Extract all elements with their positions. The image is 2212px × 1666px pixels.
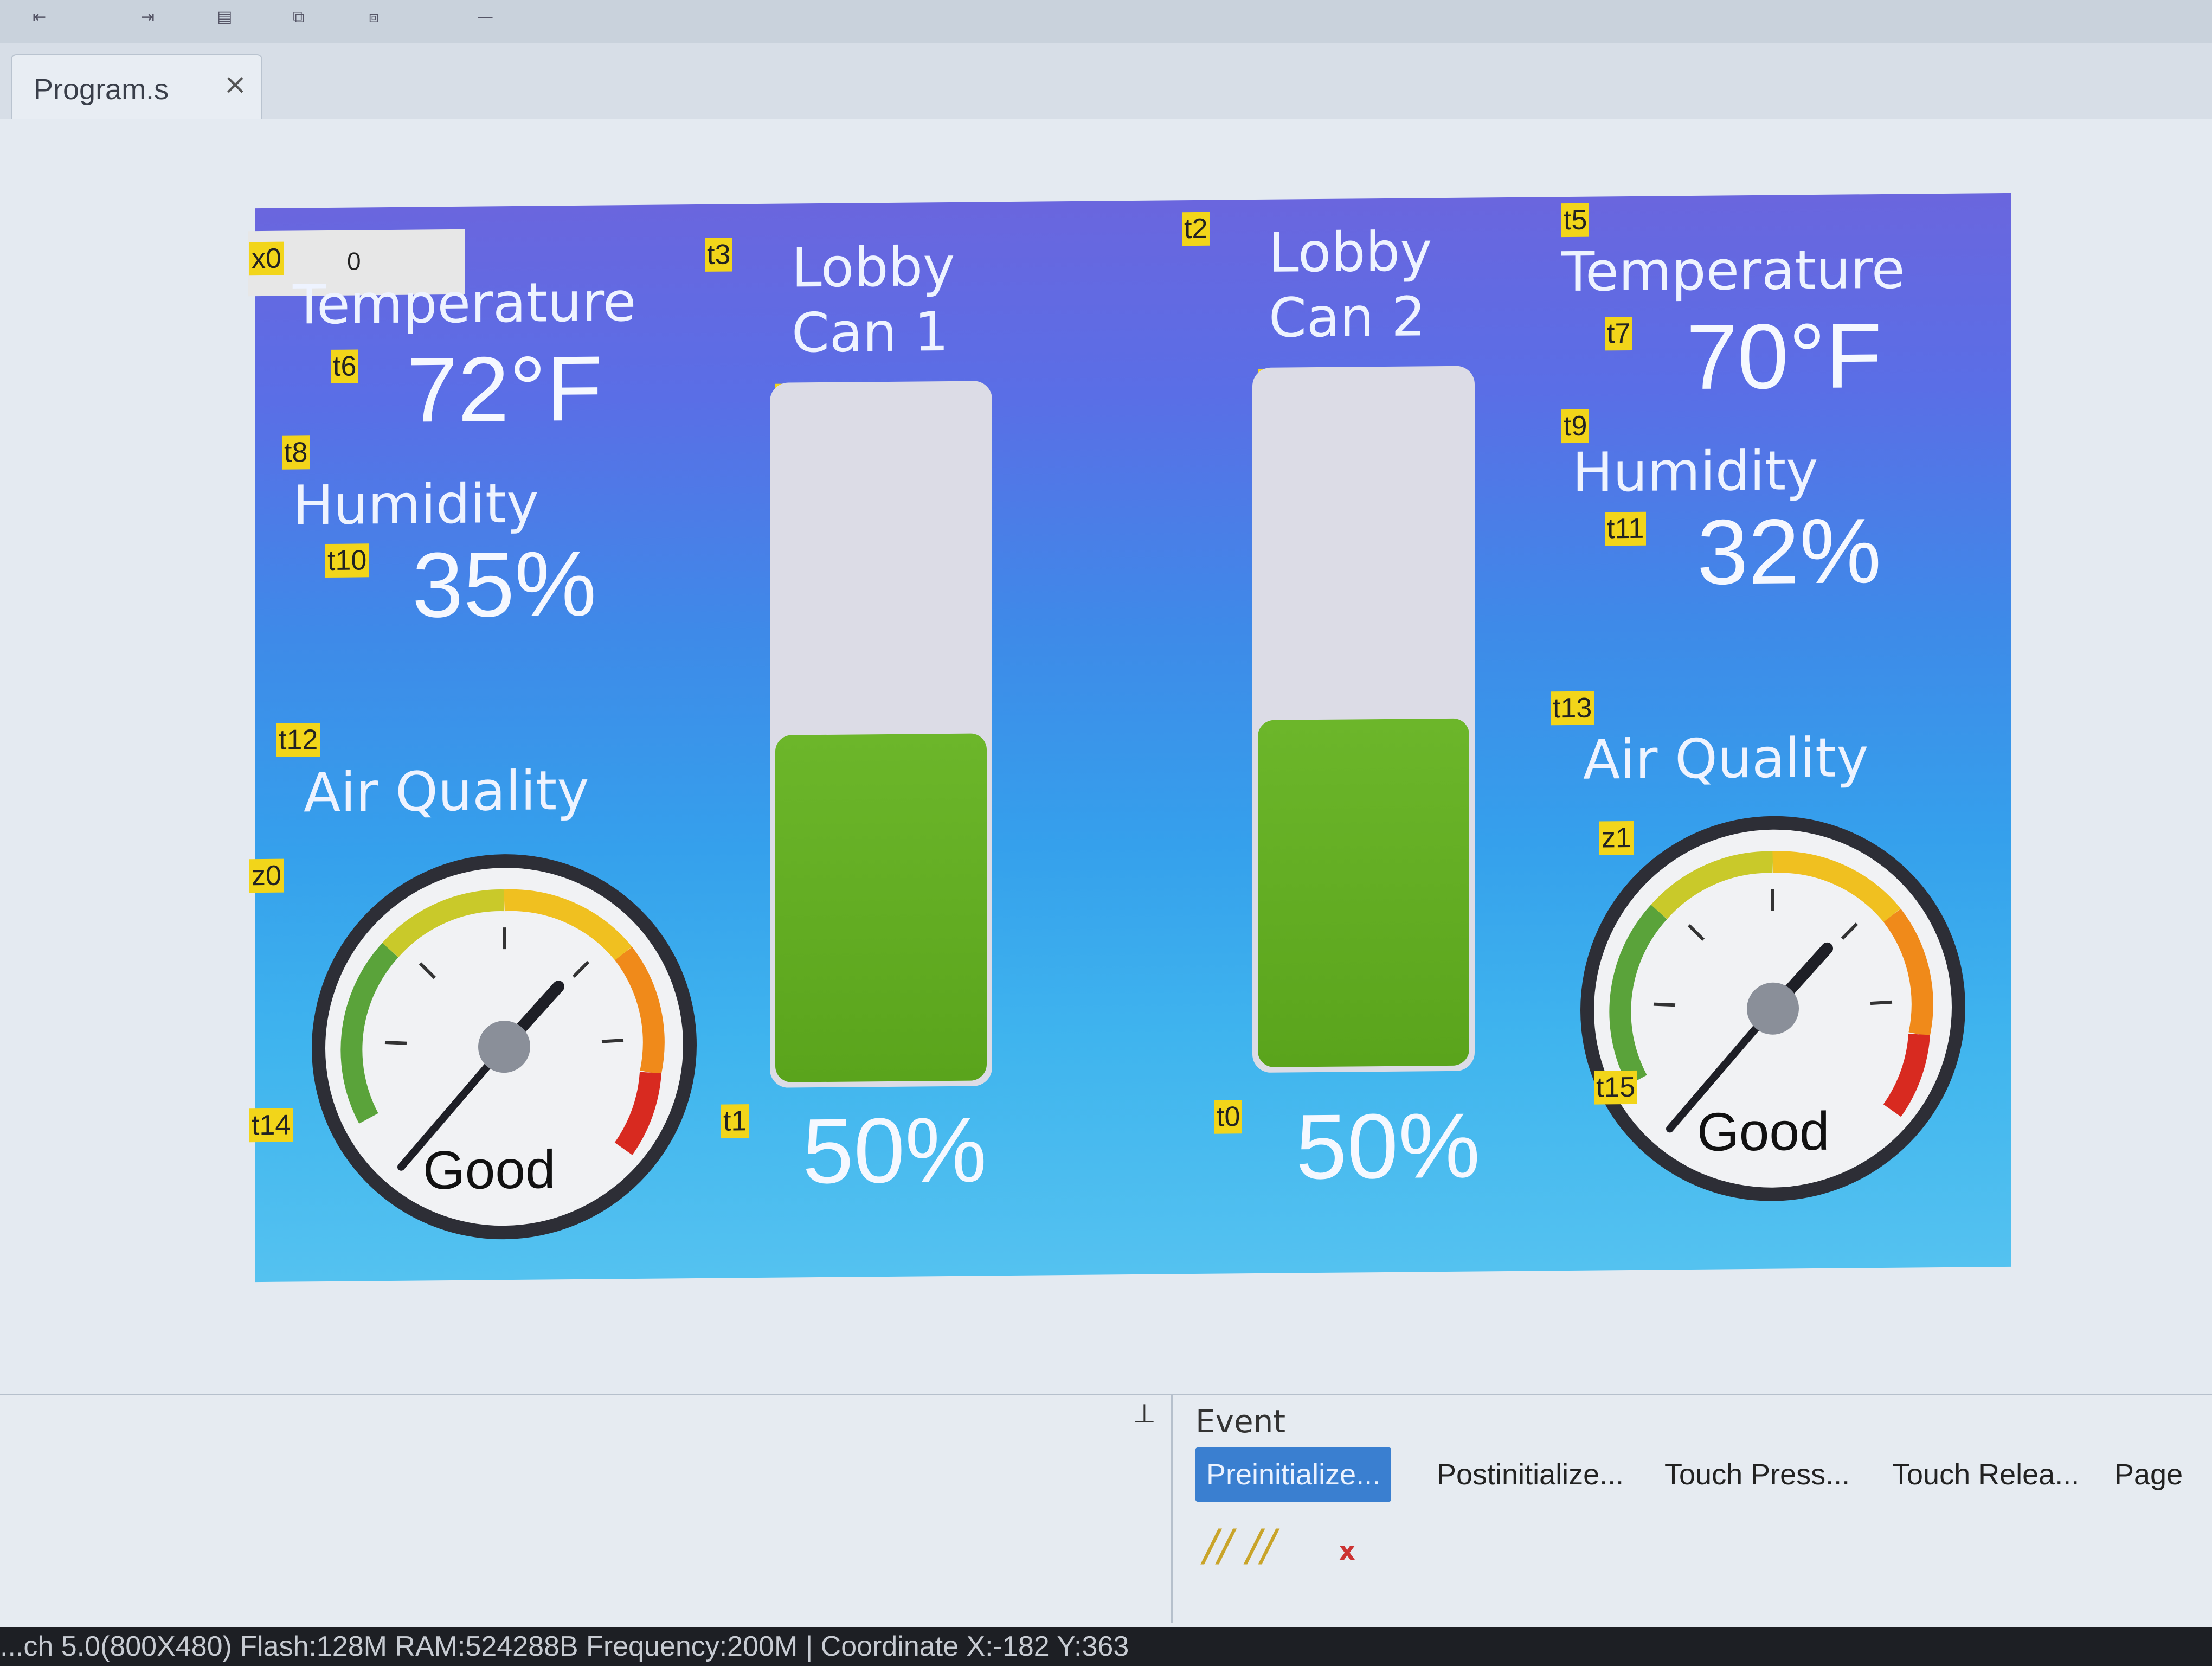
t10-tag: t10 xyxy=(325,543,369,578)
can2-level-value: 50% xyxy=(1296,1094,1481,1199)
toolbar-bring-front-icon[interactable]: ⧉ xyxy=(293,8,325,27)
right-air-quality-text: Good xyxy=(1697,1100,1830,1163)
t3-tag: t3 xyxy=(705,238,733,272)
tab-preinitialize[interactable]: Preinitialize... xyxy=(1195,1447,1392,1502)
tab-program-s[interactable]: Program.s × xyxy=(11,54,262,120)
toolbar-distribute-icon[interactable]: ⇥ xyxy=(141,8,173,27)
tab-bar: Program.s × xyxy=(0,43,2212,120)
t12-tag: t12 xyxy=(276,723,320,757)
right-temperature-label: Temperature xyxy=(1561,237,1905,304)
comment-toggle-icon[interactable]: // // xyxy=(1204,1520,1276,1571)
left-humidity-value: 35% xyxy=(412,532,597,637)
can2-level-fill xyxy=(1258,718,1469,1067)
right-humidity-label: Humidity xyxy=(1572,438,1818,504)
left-temperature-value: 72°F xyxy=(407,337,602,442)
pin-icon[interactable]: ⊥ xyxy=(1133,1399,1156,1429)
toolbar-align-icon[interactable]: ⇤ xyxy=(33,8,65,27)
toolbar-line-icon[interactable]: — xyxy=(477,8,510,27)
tab-touch-release[interactable]: Touch Relea... xyxy=(1892,1447,2079,1502)
t0-tag: t0 xyxy=(1214,1100,1243,1134)
can1-level-bar xyxy=(770,381,992,1088)
z0-tag: z0 xyxy=(249,858,284,893)
t9-tag: t9 xyxy=(1561,409,1590,444)
tab-page[interactable]: Page xyxy=(2114,1447,2183,1502)
left-air-quality-label: Air Quality xyxy=(304,758,589,825)
toolbar-send-back-icon[interactable]: ⧈ xyxy=(369,8,401,27)
left-temperature-label: Temperature xyxy=(293,270,636,337)
status-bar: ...ch 5.0(800X480) Flash:128M RAM:524288… xyxy=(0,1627,2212,1666)
status-text: ...ch 5.0(800X480) Flash:128M RAM:524288… xyxy=(0,1631,1129,1662)
can2-title-line2: Can 2 xyxy=(1269,285,1426,350)
can1-title-line1: Lobby xyxy=(792,234,955,300)
toolbar-layer-icon[interactable]: ▤ xyxy=(217,8,249,27)
can2-level-bar xyxy=(1252,366,1475,1073)
t5-tag: t5 xyxy=(1561,203,1590,238)
t11-tag: t11 xyxy=(1605,511,1647,546)
attribute-pane: ⊥ xyxy=(0,1395,1173,1623)
t7-tag: t7 xyxy=(1605,316,1633,351)
toolbar: ⇤ ⇥ ▤ ⧉ ⧈ — xyxy=(0,0,2212,44)
left-humidity-label: Humidity xyxy=(293,471,539,537)
right-air-quality-label: Air Quality xyxy=(1583,726,1869,792)
right-humidity-value: 32% xyxy=(1697,499,1882,604)
can1-title-line2: Can 1 xyxy=(792,299,949,365)
tab-label: Program.s xyxy=(34,73,169,106)
x0-value: 0 xyxy=(347,247,361,275)
right-temperature-value: 70°F xyxy=(1686,304,1882,409)
t14-tag: t14 xyxy=(249,1108,293,1143)
tab-touch-press[interactable]: Touch Press... xyxy=(1664,1447,1850,1502)
can2-title-line1: Lobby xyxy=(1269,220,1432,285)
t1-tag: t1 xyxy=(721,1104,749,1138)
z1-tag: z1 xyxy=(1599,821,1634,855)
event-pane-title: Event xyxy=(1195,1403,1286,1440)
t2-tag: t2 xyxy=(1182,212,1210,246)
t13-tag: t13 xyxy=(1551,691,1594,726)
tab-postinitialize[interactable]: Postinitialize... xyxy=(1437,1447,1624,1502)
left-air-quality-text: Good xyxy=(423,1139,556,1201)
uncomment-icon[interactable]: x xyxy=(1339,1536,1355,1566)
t6-tag: t6 xyxy=(331,349,359,383)
can1-level-fill xyxy=(775,733,987,1082)
device-screen: x0 0 Temperature t6 72°F t8 Humidity t10… xyxy=(248,193,2011,1283)
can1-level-value: 50% xyxy=(802,1098,987,1203)
x0-tag: x0 xyxy=(249,241,284,276)
close-icon[interactable]: × xyxy=(223,68,247,101)
bottom-panel: ⊥ Event Preinitialize... Postinitialize.… xyxy=(0,1394,2212,1656)
t8-tag: t8 xyxy=(282,435,310,470)
t15-tag: t15 xyxy=(1594,1070,1638,1105)
